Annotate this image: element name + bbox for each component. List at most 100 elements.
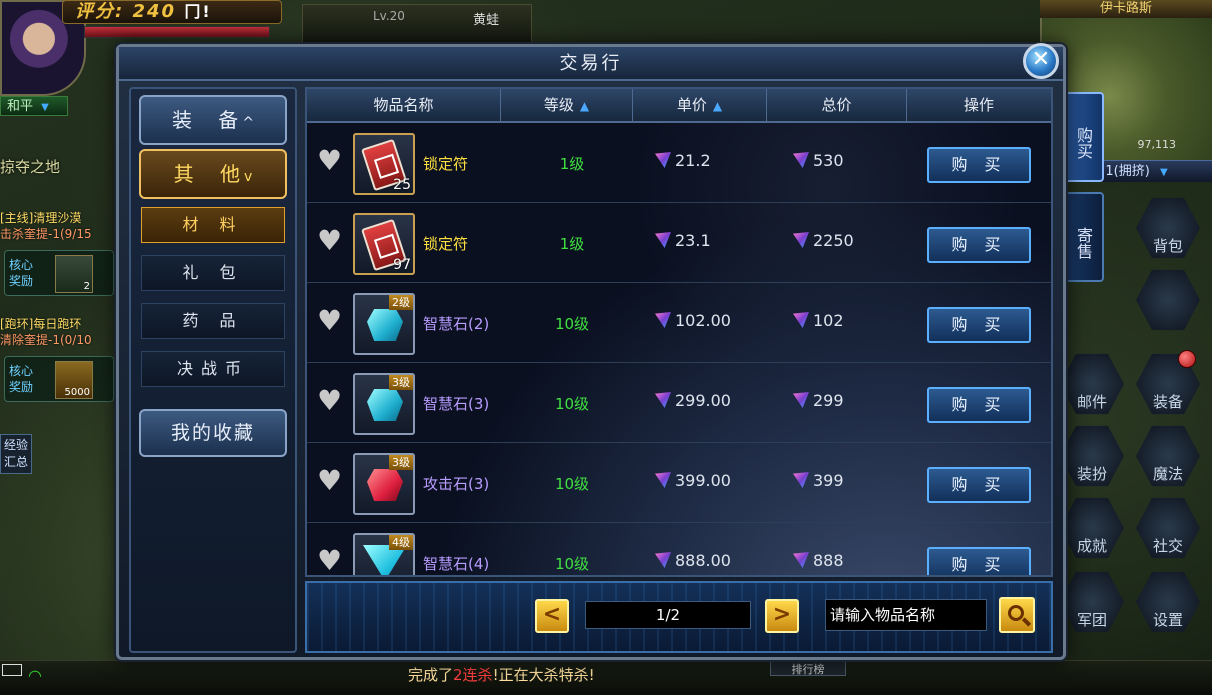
unit-price-value: 888.00: [675, 551, 731, 570]
leaderboard-button[interactable]: 排行榜: [770, 660, 846, 676]
favorite-heart-icon[interactable]: ♥: [317, 467, 345, 495]
total-price: 299: [793, 391, 844, 410]
table-row: ♥ 4级 智慧石(4) 10级 888.00 888 购 买: [307, 523, 1051, 575]
quest-tracker-main[interactable]: [主线]清理沙漠 击杀奎提-1(9/15: [0, 210, 118, 242]
item-icon[interactable]: 4级: [353, 533, 415, 575]
subcategory-materials[interactable]: 材 料: [141, 207, 285, 243]
category-other-button[interactable]: 其 他v: [139, 149, 287, 199]
item-icon[interactable]: 3级: [353, 453, 415, 515]
subcategory-gift-packs[interactable]: 礼 包: [141, 255, 285, 291]
buy-button[interactable]: 购 买: [927, 467, 1031, 503]
item-name: 智慧石(3): [423, 395, 490, 413]
system-message-suffix: !正在大杀特杀!: [492, 666, 595, 684]
tab-consign[interactable]: 寄售: [1064, 192, 1104, 282]
header-item-name: 物品名称: [307, 89, 501, 121]
buy-button[interactable]: 购 买: [927, 307, 1031, 343]
diamond-currency-icon: [655, 472, 671, 488]
header-level[interactable]: 等级 ▲: [501, 89, 633, 121]
quest-tracker-daily[interactable]: [跑环]每日跑环 清除奎提-1(0/10: [0, 316, 118, 348]
favorite-heart-icon[interactable]: ♥: [317, 387, 345, 415]
favorite-heart-icon[interactable]: ♥: [317, 307, 345, 335]
my-favorites-button[interactable]: 我的收藏: [139, 409, 287, 457]
close-icon[interactable]: ✕: [1023, 43, 1059, 79]
item-name: 锁定符: [423, 155, 469, 173]
system-message-highlight: 2连杀: [453, 666, 493, 684]
red-gem-icon: [367, 469, 403, 501]
quest-title: [跑环]每日跑环: [0, 317, 82, 331]
pk-mode-button[interactable]: 和平 ▼: [0, 96, 68, 116]
tab-buy[interactable]: 购买: [1064, 92, 1104, 182]
favorite-heart-icon[interactable]: ♥: [317, 227, 345, 255]
reward-count: 5000: [64, 387, 90, 398]
item-search-input[interactable]: 请输入物品名称: [825, 599, 987, 631]
quest-progress: 击杀奎提-1(9/15: [0, 227, 92, 241]
header-action: 操作: [963, 96, 994, 114]
item-grade-badge: 4级: [389, 535, 413, 550]
hp-bar: [84, 26, 270, 38]
target-frame[interactable]: Lv.20 黄蛙: [302, 4, 532, 44]
item-level: 10级: [554, 395, 590, 413]
chevron-up-icon: ^: [242, 115, 255, 131]
subcategory-potions[interactable]: 药 品: [141, 303, 285, 339]
item-name: 锁定符: [423, 235, 469, 253]
battery-icon: [2, 664, 22, 676]
total-price-value: 399: [813, 471, 844, 490]
item-icon[interactable]: 97: [353, 213, 415, 275]
diamond-currency-icon: [793, 552, 809, 568]
exp-summary-button[interactable]: 经验汇总: [0, 434, 32, 474]
buy-button[interactable]: 购 买: [927, 387, 1031, 423]
reward-label: 核心奖励: [9, 258, 34, 288]
item-icon[interactable]: 2级: [353, 293, 415, 355]
subcategory-battle-coins[interactable]: 决战币: [141, 351, 285, 387]
quest-title: [主线]清理沙漠: [0, 211, 82, 225]
category-equipment-button[interactable]: 装 备^: [139, 95, 287, 145]
item-icon[interactable]: 25: [353, 133, 415, 195]
table-row: ♥ 3级 攻击石(3) 10级 399.00 399 购 买: [307, 443, 1051, 523]
buy-button[interactable]: 购 买: [927, 147, 1031, 183]
unit-price-value: 299.00: [675, 391, 731, 410]
item-name: 智慧石(2): [423, 315, 490, 333]
total-price: 530: [793, 151, 844, 170]
unit-price-value: 102.00: [675, 311, 731, 330]
prev-page-button[interactable]: <: [535, 599, 569, 633]
target-level: Lv.20: [373, 9, 405, 23]
reward-panel[interactable]: 核心奖励 5000: [4, 356, 114, 402]
total-price: 2250: [793, 231, 854, 250]
chevron-down-icon: ▼: [41, 102, 49, 113]
unit-price: 399.00: [655, 471, 731, 490]
notification-dot: [1178, 350, 1196, 368]
header-unit-price-label: 单价: [676, 96, 707, 114]
table-header: 物品名称 等级 ▲ 单价 ▲ 总价 操作: [307, 89, 1051, 123]
score-label: 评分: 240: [75, 1, 177, 22]
reward-count: 2: [83, 281, 90, 292]
minimap-coords: 97,113: [1137, 138, 1177, 151]
total-price: 399: [793, 471, 844, 490]
minimap-title: 伊卡路斯: [1040, 0, 1212, 18]
reward-panel[interactable]: 核心奖励 2: [4, 250, 114, 296]
header-total-price: 总价: [767, 89, 907, 121]
diamond-currency-icon: [655, 392, 671, 408]
search-button[interactable]: [999, 597, 1035, 633]
dialog-title: 交易行: [119, 47, 1063, 81]
item-level: 10级: [554, 475, 590, 493]
chevron-down-icon: v: [244, 169, 253, 185]
gold-coin-icon[interactable]: 5000: [55, 361, 93, 399]
diamond-currency-icon: [655, 552, 671, 568]
item-name: 智慧石(4): [423, 555, 490, 573]
favorite-heart-icon[interactable]: ♥: [317, 147, 345, 175]
buy-button[interactable]: 购 买: [927, 547, 1031, 575]
total-price-value: 102: [813, 311, 844, 330]
unit-price: 102.00: [655, 311, 731, 330]
favorite-heart-icon[interactable]: ♥: [317, 547, 345, 575]
search-icon-handle: [1021, 617, 1032, 627]
reward-item-icon[interactable]: 2: [55, 255, 93, 293]
target-name: 黄蛙: [473, 13, 500, 28]
system-message: 完成了2连杀!正在大杀特杀!: [408, 664, 595, 685]
buy-button[interactable]: 购 买: [927, 227, 1031, 263]
next-page-button[interactable]: >: [765, 599, 799, 633]
header-unit-price[interactable]: 单价 ▲: [633, 89, 767, 121]
diamond-currency-icon: [793, 232, 809, 248]
total-price-value: 2250: [813, 231, 854, 250]
item-icon[interactable]: 3级: [353, 373, 415, 435]
page-indicator: 1/2: [585, 601, 751, 629]
